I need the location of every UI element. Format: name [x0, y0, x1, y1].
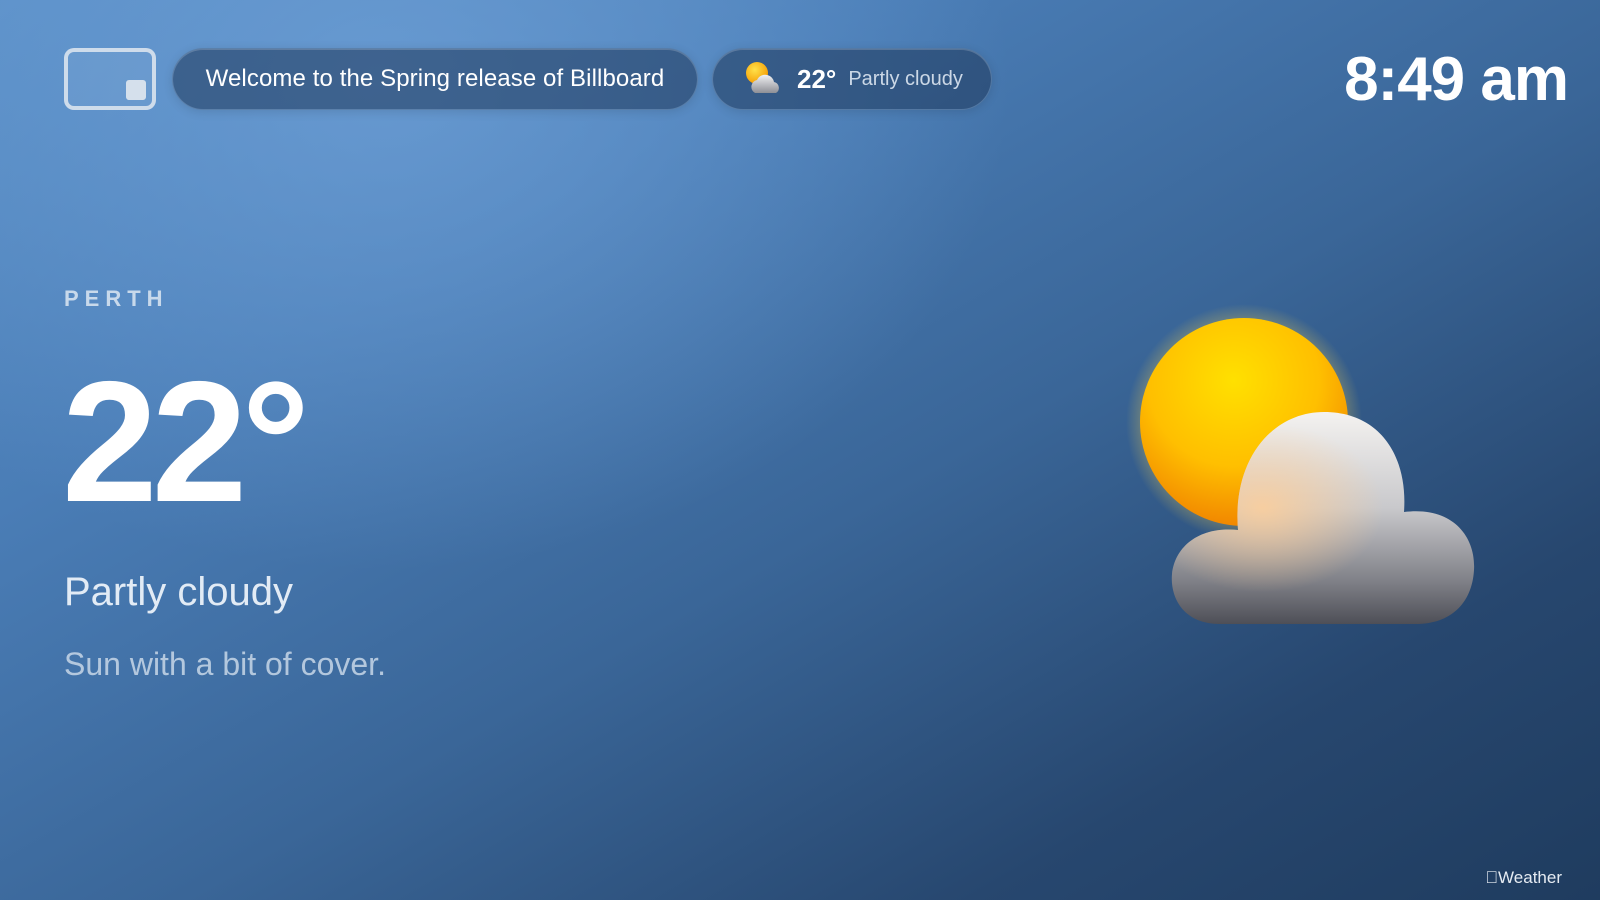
weather-summary-pill[interactable]: 22° Partly cloudy: [712, 48, 992, 110]
pill-temperature: 22°: [797, 63, 837, 94]
condition-description: Sun with a bit of cover.: [64, 646, 386, 682]
current-temperature: 22°: [62, 346, 310, 538]
partly-cloudy-icon: [746, 62, 779, 93]
apple-logo-icon: : [1485, 868, 1498, 887]
condition-text: Partly cloudy: [64, 570, 293, 614]
partly-cloudy-icon: [1126, 304, 1475, 624]
city-name: PERTH: [64, 286, 169, 311]
weather-attribution: Weather: [1485, 868, 1562, 888]
welcome-banner[interactable]: Welcome to the Spring release of Billboa…: [172, 48, 698, 110]
pip-inner-window: [126, 80, 146, 100]
welcome-text: Welcome to the Spring release of Billboa…: [205, 65, 665, 92]
picture-in-picture-button[interactable]: [64, 48, 156, 110]
clock-time: 8:49 am: [1344, 45, 1569, 114]
pill-condition: Partly cloudy: [848, 67, 963, 90]
attribution-label: Weather: [1498, 868, 1562, 887]
